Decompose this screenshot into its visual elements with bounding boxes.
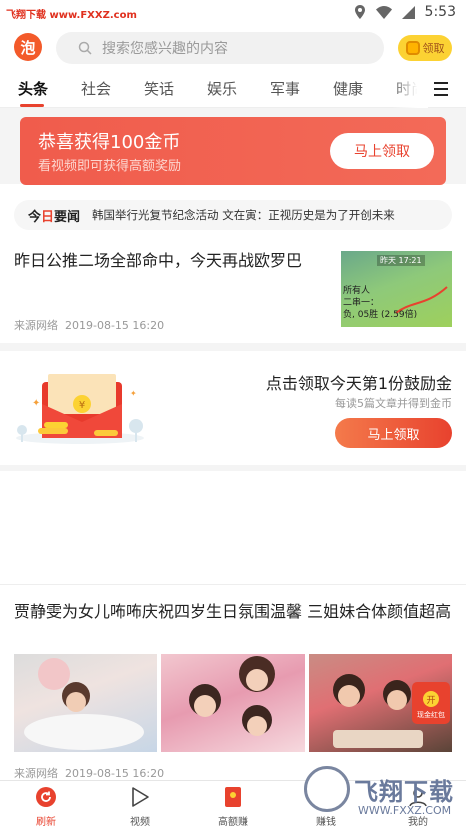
nav-high-earn-label: 高额赚 — [218, 817, 248, 828]
menu-icon[interactable] — [434, 82, 448, 96]
status-time: 5:53 — [424, 4, 456, 20]
article-meta: 来源网络 2019-08-15 16:20 — [14, 319, 165, 332]
nav-refresh-label: 刷新 — [36, 817, 56, 828]
header: 泡 搜索您感兴趣的内容 领取 — [0, 26, 466, 70]
cash-red-packet-button[interactable]: 开 现金红包 — [412, 682, 450, 724]
status-watermark: 飞翔下载 www.FXXZ.com — [6, 10, 137, 21]
tab-headlines[interactable]: 头条 — [18, 78, 48, 99]
nav-video[interactable]: 视频 — [110, 785, 170, 828]
banner-subtitle: 看视频即可获得高额奖励 — [38, 159, 182, 174]
signal-icon — [401, 5, 415, 19]
refresh-icon — [34, 785, 58, 809]
claim-coin-label: 领取 — [422, 42, 445, 55]
tab-health[interactable]: 健康 — [333, 78, 363, 99]
active-tab-indicator — [20, 104, 44, 107]
wifi-icon — [375, 5, 392, 19]
svg-text:¥: ¥ — [79, 400, 85, 411]
tab-military[interactable]: 军事 — [270, 78, 300, 99]
article-meta: 来源网络 2019-08-15 16:20 — [14, 767, 165, 780]
nav-high-earn[interactable]: 高额赚 — [203, 785, 263, 828]
svg-text:✦: ✦ — [32, 398, 40, 409]
tab-fade — [392, 70, 428, 108]
banner-title: 恭喜获得100金币 — [38, 132, 181, 153]
watermark-title: 飞翔下载 — [354, 778, 454, 806]
search-input[interactable]: 搜索您感兴趣的内容 — [56, 32, 384, 64]
divider — [0, 465, 466, 471]
divider — [0, 343, 466, 351]
red-envelope-illustration: ¥ ✦ ✦ — [16, 374, 144, 444]
article-image[interactable] — [161, 654, 305, 752]
article-thumbnail[interactable]: 昨天 17:21 所有人 二串一： 负, 05胜 (2.59倍) — [341, 251, 452, 327]
article-title[interactable]: 昨日公推二场全部命中，今天再战欧罗巴 — [14, 250, 314, 272]
nav-video-label: 视频 — [130, 817, 150, 828]
coin-icon — [405, 41, 420, 55]
location-icon — [354, 5, 365, 19]
article-title[interactable]: 贾静雯为女儿咘咘庆祝四岁生日氛围温馨 三姐妹合体颜值超高 — [14, 600, 454, 624]
ticker-headline[interactable]: 韩国举行光复节纪念活动 文在寅：正视历史是为了开创未来 — [92, 207, 395, 223]
reward-card[interactable]: ¥ ✦ ✦ 点击领取今天第1份鼓励金 每读5篇文章并得到金币 马上领取 — [0, 352, 466, 464]
news-ticker[interactable]: 今日要闻 韩国举行光复节纪念活动 文在寅：正视历史是为了开创未来 — [14, 200, 452, 230]
claim-coin-button[interactable]: 领取 — [398, 35, 452, 61]
tab-entertainment[interactable]: 娱乐 — [207, 78, 237, 99]
app-logo[interactable]: 泡 — [14, 33, 42, 61]
banner-claim-button[interactable]: 马上领取 — [330, 133, 434, 169]
reward-title: 点击领取今天第1份鼓励金 — [265, 374, 452, 393]
cash-badge-label: 现金红包 — [417, 711, 445, 719]
article-image-row — [14, 654, 452, 752]
reward-subtitle: 每读5篇文章并得到金币 — [335, 397, 452, 410]
site-watermark: 飞翔下载 WWW.FXXZ.COM — [304, 764, 466, 826]
article-image[interactable] — [14, 654, 158, 752]
watermark-url: WWW.FXXZ.COM — [358, 804, 452, 817]
red-envelope-icon — [221, 785, 245, 809]
status-icons: 5:53 — [354, 4, 456, 20]
play-icon — [128, 785, 152, 809]
tab-jokes[interactable]: 笑话 — [144, 78, 174, 99]
search-icon — [78, 41, 92, 55]
reward-claim-button[interactable]: 马上领取 — [335, 418, 452, 448]
status-bar: 飞翔下载 www.FXXZ.com 5:53 — [0, 0, 466, 26]
divider — [0, 584, 466, 585]
open-icon: 开 — [423, 691, 439, 707]
tab-society[interactable]: 社会 — [81, 78, 111, 99]
search-placeholder: 搜索您感兴趣的内容 — [102, 41, 228, 57]
list-item[interactable]: 昨日公推二场全部命中，今天再战欧罗巴 来源网络 2019-08-15 16:20… — [0, 240, 466, 342]
gold-coin-banner[interactable]: 恭喜获得100金币 看视频即可获得高额奖励 马上领取 — [20, 117, 446, 185]
category-tabs: 头条 社会 笑话 娱乐 军事 健康 时尚 — [0, 70, 466, 108]
nav-refresh[interactable]: 刷新 — [16, 785, 76, 828]
watermark-logo-icon — [304, 766, 350, 812]
ticker-label: 今日要闻 — [28, 209, 81, 225]
list-item[interactable]: 贾静雯为女儿咘咘庆祝四岁生日氛围温馨 三姐妹合体颜值超高 来源网络 2019-0… — [0, 592, 466, 780]
svg-text:✦: ✦ — [130, 389, 137, 398]
